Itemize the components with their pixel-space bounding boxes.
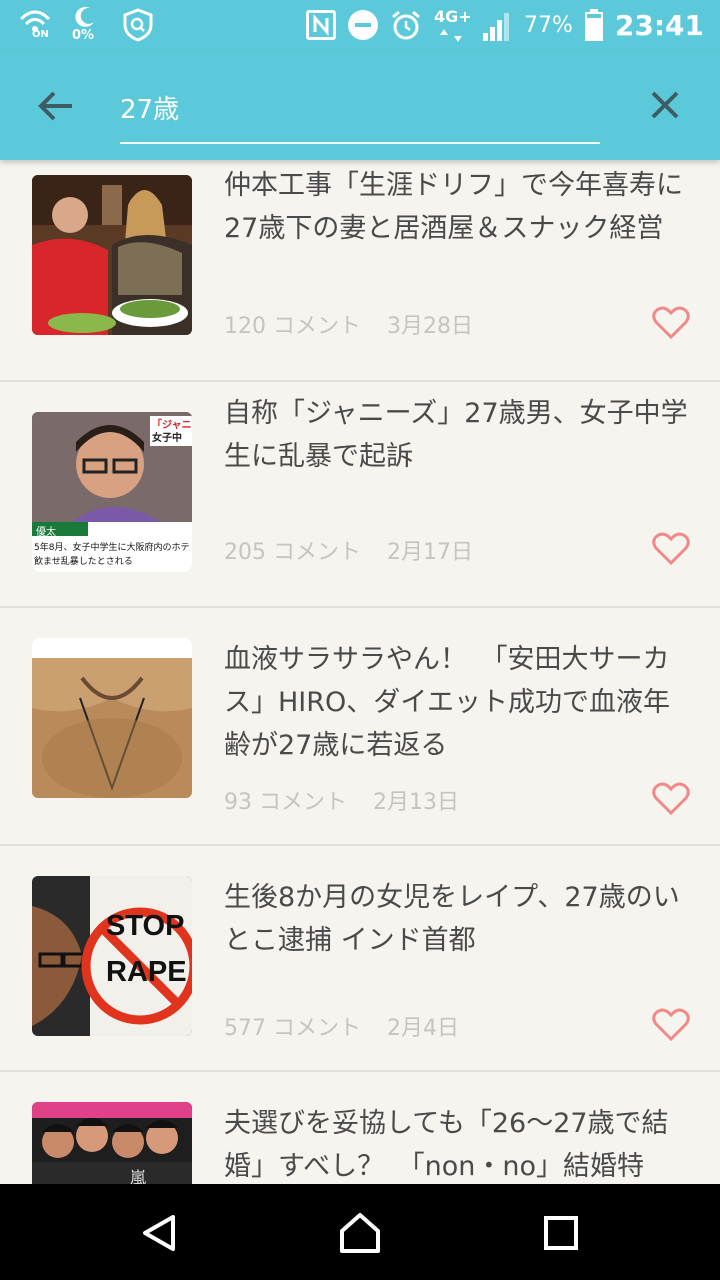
article-thumbnail: STOP RAPE: [32, 876, 192, 1036]
heart-icon: [652, 782, 690, 816]
signal-icon: [482, 9, 512, 41]
search-field: [120, 78, 600, 144]
network-label: 4G+: [433, 7, 472, 26]
status-bar: ON 0% 4G+ 77% 23:41: [0, 0, 720, 50]
article-thumbnail: [32, 175, 192, 335]
heart-icon: [652, 532, 690, 566]
thumbnail-caption: 女子中: [152, 433, 182, 444]
list-item[interactable]: 仲本工事「生涯ドリフ」で今年喜寿に 27歳下の妻と居酒屋＆スナック経営 120 …: [0, 160, 720, 382]
heart-icon: [652, 1008, 690, 1042]
thumbnail-caption: 飲ませ乱暴したとされる: [34, 557, 133, 567]
list-item[interactable]: 血液サラサラやん！ 「安田大サーカス」HIRO、ダイエット成功で血液年齢が27歳…: [0, 608, 720, 846]
network-indicator: 4G+: [433, 7, 472, 43]
nfc-icon: [305, 10, 336, 40]
back-button[interactable]: [30, 80, 82, 132]
navigation-bar: [0, 1184, 720, 1280]
article-title: 夫選びを妥協しても「26〜27歳で結婚」すべし？ 「non・no」結婚特: [224, 1108, 669, 1182]
arrow-left-icon: [38, 91, 72, 121]
close-icon: [651, 91, 679, 119]
heart-icon: [652, 306, 690, 340]
article-thumbnail: 嵐: [32, 1102, 192, 1184]
clear-search-button[interactable]: [640, 80, 690, 130]
nav-recents-button[interactable]: [538, 1210, 584, 1256]
article-date: 2月13日: [373, 790, 459, 815]
article-title: 生後8か月の女児をレイプ、27歳のいとこ逮捕 インド首都: [224, 882, 680, 956]
magazine-text: 嵐: [130, 1168, 147, 1184]
battery-icon: [584, 9, 603, 41]
article-title: 仲本工事「生涯ドリフ」で今年喜寿に 27歳下の妻と居酒屋＆スナック経営: [224, 170, 683, 244]
sign-text: STOP: [106, 910, 185, 942]
article-thumbnail: [32, 638, 192, 798]
do-not-disturb-icon: [347, 10, 378, 40]
comment-count: 120 コメント: [224, 314, 361, 339]
list-item[interactable]: STOP RAPE 生後8か月の女児をレイプ、27歳のいとこ逮捕 インド首都 5…: [0, 846, 720, 1072]
wifi-label: ON: [32, 29, 49, 40]
article-thumbnail: 「ジャニ 女子中 優太 5年8月、女子中学生に大阪府内のホテ 飲ませ乱暴したとさ…: [32, 412, 192, 572]
article-meta: 120 コメント 3月28日: [224, 308, 473, 340]
battery-percent: 77%: [523, 12, 573, 38]
article-date: 3月28日: [387, 314, 473, 339]
article-meta: 93 コメント 2月13日: [224, 784, 459, 816]
search-input[interactable]: [120, 78, 600, 134]
thumbnail-caption: 優太: [36, 527, 56, 538]
article-list: 仲本工事「生涯ドリフ」で今年喜寿に 27歳下の妻と居酒屋＆スナック経営 120 …: [0, 160, 720, 1184]
data-saver-label: 0%: [72, 28, 95, 43]
favorite-button[interactable]: [652, 306, 690, 340]
article-title: 自称「ジャニーズ」27歳男、女子中学生に乱暴で起訴: [224, 398, 688, 472]
clock-time: 23:41: [614, 8, 704, 42]
favorite-button[interactable]: [652, 782, 690, 816]
list-item[interactable]: 嵐 夫選びを妥協しても「26〜27歳で結婚」すべし？ 「non・no」結婚特: [0, 1072, 720, 1184]
triangle-back-icon: [143, 1215, 175, 1251]
article-title: 血液サラサラやん！ 「安田大サーカス」HIRO、ダイエット成功で血液年齢が27歳…: [224, 644, 671, 761]
nav-home-button[interactable]: [337, 1210, 383, 1256]
home-icon: [340, 1213, 380, 1253]
data-saver-icon: 0%: [72, 6, 102, 44]
article-meta: 205 コメント 2月17日: [224, 534, 473, 566]
comment-count: 93 コメント: [224, 790, 347, 815]
thumbnail-caption: 5年8月、女子中学生に大阪府内のホテ: [34, 543, 190, 553]
sign-text: RAPE: [106, 956, 187, 988]
alarm-icon: [390, 9, 422, 41]
article-meta: 577 コメント 2月4日: [224, 1010, 459, 1042]
nav-back-button[interactable]: [136, 1210, 182, 1256]
comment-count: 205 コメント: [224, 540, 361, 565]
favorite-button[interactable]: [652, 532, 690, 566]
comment-count: 577 コメント: [224, 1016, 361, 1041]
wifi-icon: ON: [18, 7, 52, 43]
favorite-button[interactable]: [652, 1008, 690, 1042]
square-recents-icon: [544, 1216, 578, 1250]
article-date: 2月17日: [387, 540, 473, 565]
search-header: [0, 50, 720, 160]
shield-icon: [122, 8, 156, 42]
list-item[interactable]: 「ジャニ 女子中 優太 5年8月、女子中学生に大阪府内のホテ 飲ませ乱暴したとさ…: [0, 382, 720, 608]
article-date: 2月4日: [387, 1016, 459, 1041]
